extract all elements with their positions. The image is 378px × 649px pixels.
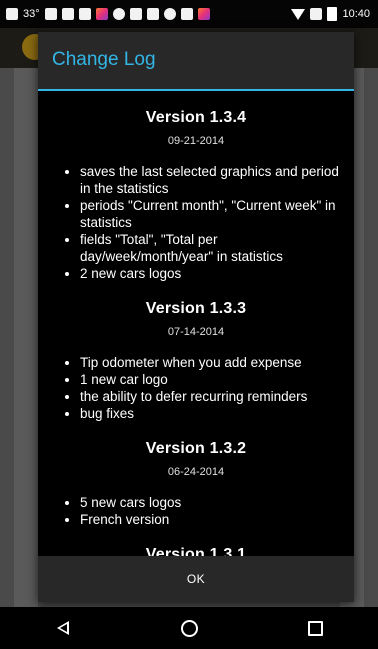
notification-icon <box>61 8 74 20</box>
dialog-footer: OK <box>38 556 354 602</box>
version-title: Version 1.3.1 <box>145 546 247 556</box>
signal-icon <box>310 8 323 20</box>
dialog-title: Change Log <box>52 49 156 70</box>
change-item: saves the last selected graphics and per… <box>80 163 340 197</box>
change-list: Tip odometer when you add expense 1 new … <box>52 354 340 422</box>
version-block: Version 1.3.4 09-21-2014 saves the last … <box>38 109 354 282</box>
status-right: 10:40 <box>291 7 378 21</box>
location-icon <box>163 8 176 20</box>
changelog-scroll-area[interactable]: Version 1.3.4 09-21-2014 saves the last … <box>38 91 354 556</box>
status-bar: 33° 10:40 <box>0 0 378 28</box>
wifi-icon <box>291 8 306 20</box>
change-item: the ability to defer recurring reminders <box>80 388 340 405</box>
status-left: 33° <box>0 8 210 20</box>
change-item: fields "Total", "Total per day/week/mont… <box>80 231 340 265</box>
notification-icon <box>129 8 142 20</box>
notification-icon <box>78 8 91 20</box>
version-block: Version 1.3.1 <box>38 546 354 556</box>
notification-icon <box>44 8 57 20</box>
notification-icon <box>146 8 159 20</box>
recents-icon <box>307 620 323 636</box>
version-date: 09-21-2014 <box>167 135 225 147</box>
dialog-header: Change Log <box>38 32 354 89</box>
version-date: 07-14-2014 <box>167 326 225 338</box>
change-item: 1 new car logo <box>80 371 340 388</box>
back-icon <box>57 621 69 635</box>
change-item: 2 new cars logos <box>80 265 340 282</box>
version-title: Version 1.3.2 <box>145 440 247 457</box>
navigation-bar <box>0 607 378 649</box>
change-item: French version <box>80 511 340 528</box>
change-item: bug fixes <box>80 405 340 422</box>
screen: 33° 10:40 Change Log Version 1.3.4 09-21… <box>0 0 378 649</box>
change-list: 5 new cars logos French version <box>52 494 340 528</box>
change-list: saves the last selected graphics and per… <box>52 163 340 282</box>
version-date: 06-24-2014 <box>167 466 225 478</box>
changelog-dialog: Change Log Version 1.3.4 09-21-2014 save… <box>38 32 354 602</box>
app-content-left <box>14 68 38 607</box>
notification-icon <box>180 8 193 20</box>
back-button[interactable] <box>43 607 83 649</box>
temperature-text: 33° <box>23 8 40 20</box>
home-icon <box>180 619 198 637</box>
battery-icon <box>327 7 338 21</box>
location-icon <box>112 8 125 20</box>
app-notification-icon <box>95 8 108 20</box>
app-notification-icon <box>197 8 210 20</box>
change-item: 5 new cars logos <box>80 494 340 511</box>
change-item: periods "Current month", "Current week" … <box>80 197 340 231</box>
version-title: Version 1.3.4 <box>145 109 247 126</box>
ok-button[interactable]: OK <box>38 556 354 602</box>
clock-text: 10:40 <box>342 8 370 20</box>
version-block: Version 1.3.3 07-14-2014 Tip odometer wh… <box>38 300 354 422</box>
message-icon <box>6 8 18 20</box>
version-block: Version 1.3.2 06-24-2014 5 new cars logo… <box>38 440 354 528</box>
home-button[interactable] <box>169 607 209 649</box>
version-title: Version 1.3.3 <box>145 300 247 317</box>
change-item: Tip odometer when you add expense <box>80 354 340 371</box>
recents-button[interactable] <box>295 607 335 649</box>
